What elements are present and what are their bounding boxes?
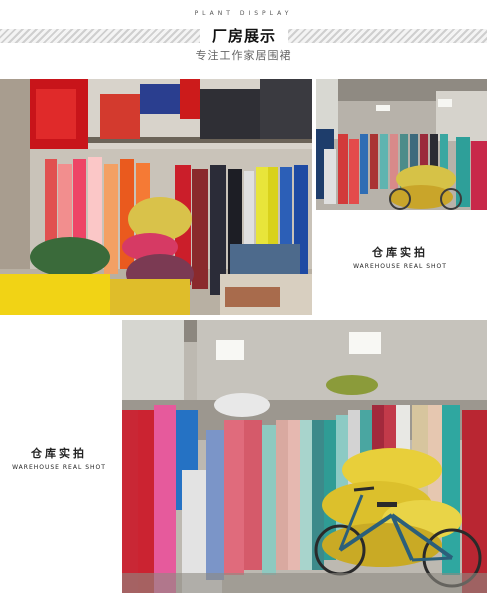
caption-right-cn: 仓库实拍 [372, 246, 428, 259]
warehouse-shelves-photo [0, 79, 312, 315]
warehouse-corridor-photo [316, 79, 487, 210]
top-caption: PLANT DISPLAY [194, 10, 293, 17]
caption-right-en: WAREHOUSE REAL SHOT [353, 263, 447, 270]
shelves-photo-art [0, 79, 312, 315]
caption-left-cn: 仓库实拍 [31, 447, 87, 460]
corridor-photo-art [316, 79, 487, 210]
caption-left-en: WAREHOUSE REAL SHOT [12, 464, 106, 471]
page-title: 厂房展示 [200, 26, 288, 46]
page-subtitle: 专注工作家居围裙 [195, 49, 292, 62]
warehouse-bicycle-photo [122, 320, 487, 593]
bicycle-photo-art [122, 320, 487, 593]
